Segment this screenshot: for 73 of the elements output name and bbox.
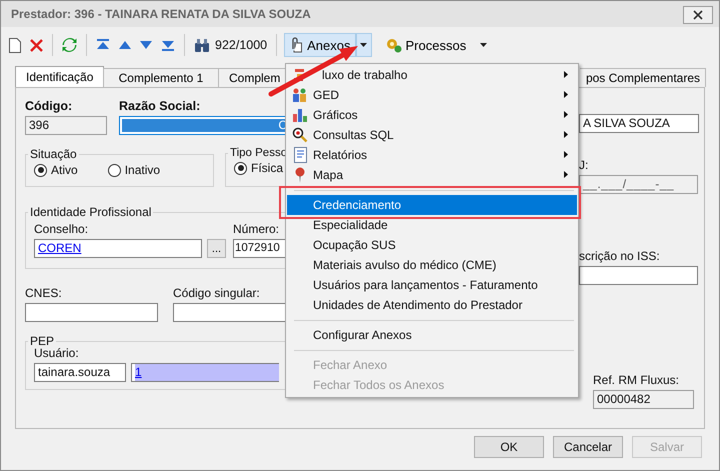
group-title: Situação	[29, 147, 78, 161]
submenu-arrow-icon	[564, 131, 568, 138]
field-label: Ref. RM Fluxus:	[593, 373, 680, 387]
workflow-icon	[293, 68, 307, 82]
iss-field[interactable]	[579, 266, 698, 285]
radio-option[interactable]: Ativo	[34, 163, 78, 177]
tab[interactable]: Complem	[218, 68, 286, 87]
menu-item[interactable]: luxo de trabalho	[287, 65, 577, 85]
group-title: Identidade Profissional	[29, 205, 152, 219]
refresh-icon[interactable]	[62, 37, 77, 53]
field-label: CNES:	[25, 286, 63, 300]
field-label: Usuário:	[34, 346, 80, 360]
submenu-arrow-icon	[564, 91, 568, 98]
menu-item[interactable]: Consultas SQL	[287, 125, 577, 145]
menu-item[interactable]: Configurar Anexos	[287, 325, 577, 345]
caret-icon	[360, 43, 368, 47]
user-link[interactable]: 1	[135, 365, 142, 379]
menu-item[interactable]: Unidades de Atendimento do Prestador	[287, 295, 577, 315]
tab[interactable]: Identificação	[15, 66, 104, 87]
field-label: Número:	[233, 222, 280, 236]
gears-icon	[386, 38, 402, 52]
first-record-icon[interactable]	[96, 39, 110, 51]
delete-icon[interactable]	[30, 38, 43, 52]
magnifier-icon	[292, 127, 308, 143]
dialog-button[interactable]: OK	[474, 436, 544, 458]
last-record-icon[interactable]	[161, 39, 175, 51]
menu-item[interactable]: Materiais avulso do médico (CME)	[287, 255, 577, 275]
council-field[interactable]: COREN	[34, 239, 202, 258]
report-icon	[294, 147, 306, 163]
submenu-arrow-icon	[564, 71, 568, 78]
field-label: Código:	[25, 99, 74, 113]
submenu-arrow-icon	[564, 171, 568, 178]
cnes-field[interactable]	[25, 303, 158, 322]
submenu-arrow-icon	[564, 111, 568, 118]
menu-item[interactable]: Credenciamento	[287, 195, 577, 215]
field-label: Código singular:	[173, 286, 261, 300]
window-title: Prestador: 396 - TAINARA RENATA DA SILVA SOUZA	[11, 7, 311, 21]
up-arrow-icon[interactable]	[119, 41, 131, 49]
close-button[interactable]	[683, 6, 713, 24]
number-field[interactable]: 1072910	[233, 239, 286, 258]
radio-option[interactable]: Física	[234, 161, 284, 175]
field-label: Conselho:	[34, 222, 90, 236]
field-label: Razão Social:	[119, 99, 202, 113]
down-arrow-icon[interactable]	[140, 41, 152, 49]
menu-item[interactable]: Gráficos	[287, 105, 577, 125]
name-field[interactable]: A SILVA SOUZA	[579, 114, 699, 133]
menu-item[interactable]: Usuários para lançamentos - Faturamento	[287, 275, 577, 295]
new-document-icon[interactable]	[9, 38, 21, 52]
council-link[interactable]: COREN	[38, 241, 82, 255]
menu-item[interactable]: Ocupação SUS	[287, 235, 577, 255]
menu-item[interactable]: Especialidade	[287, 215, 577, 235]
processes-button[interactable]: Processos	[380, 33, 492, 57]
dialog-button[interactable]: Cancelar	[553, 436, 623, 458]
menu-item[interactable]: Relatórios	[287, 145, 577, 165]
binoculars-icon[interactable]	[194, 38, 210, 52]
field-label: scrição no ISS:	[579, 249, 661, 263]
menu-item[interactable]: GED	[287, 85, 577, 105]
people-icon	[292, 87, 308, 103]
menu-item[interactable]: Mapa	[287, 165, 577, 185]
browse-button[interactable]: ...	[207, 239, 226, 258]
group-title: PEP	[29, 334, 56, 348]
radio-option[interactable]: Inativo	[108, 163, 160, 177]
dropdown-button[interactable]	[356, 33, 372, 57]
caret-icon	[480, 43, 488, 47]
close-icon	[693, 10, 703, 20]
tab[interactable]: pos Complementares	[580, 68, 706, 87]
bar-chart-icon	[292, 108, 308, 122]
submenu-arrow-icon	[564, 151, 568, 158]
tab[interactable]: Complemento 1	[103, 68, 219, 87]
field-label: J:	[579, 158, 590, 172]
user-field[interactable]: tainara.souza	[34, 363, 126, 382]
record-counter: 922/1000	[215, 38, 268, 52]
user-name-field[interactable]: 1	[131, 363, 279, 382]
